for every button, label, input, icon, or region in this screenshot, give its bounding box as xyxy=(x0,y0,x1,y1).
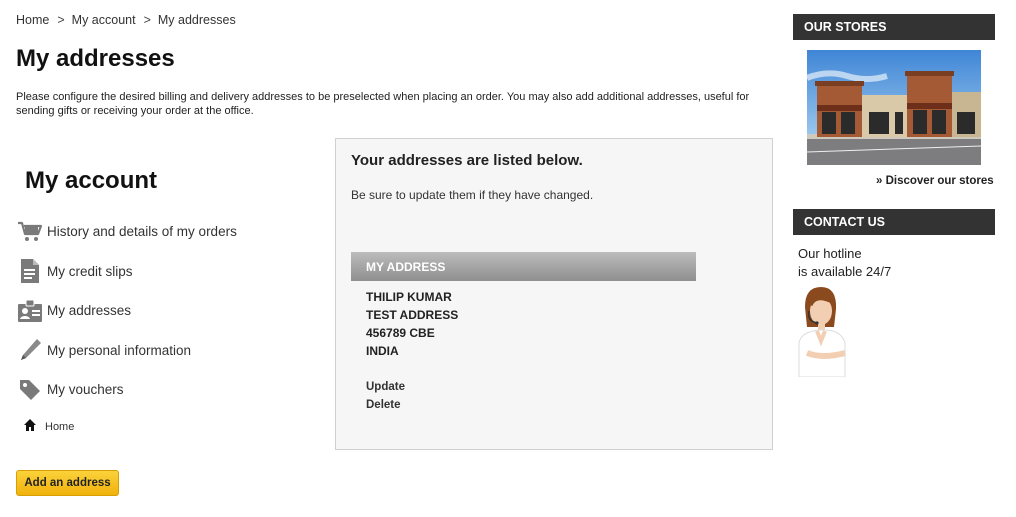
account-item-label: History and details of my orders xyxy=(47,224,237,240)
account-item-orders[interactable]: History and details of my orders xyxy=(17,212,237,252)
address-line: 456789 CBE xyxy=(366,326,435,340)
account-item-label: My credit slips xyxy=(47,263,133,279)
stores-heading: OUR STORES xyxy=(793,14,995,40)
breadcrumb-account-link[interactable]: My account xyxy=(72,13,136,27)
store-image[interactable] xyxy=(807,50,981,165)
account-menu: History and details of my orders My cred… xyxy=(17,212,237,410)
support-operator-image xyxy=(795,285,851,378)
address-heading: MY ADDRESS xyxy=(351,252,696,281)
document-icon xyxy=(17,258,43,284)
breadcrumb-separator: > xyxy=(57,13,65,27)
add-address-button[interactable]: Add an address xyxy=(16,470,119,496)
address-actions: Update Delete xyxy=(366,378,405,414)
addresses-panel-title: Your addresses are listed below. xyxy=(351,152,583,169)
tag-icon xyxy=(17,377,43,403)
hotline-text: Our hotline is available 24/7 xyxy=(798,245,891,281)
page-title: My addresses xyxy=(16,45,175,72)
home-link-label: Home xyxy=(45,421,75,433)
account-item-label: My personal information xyxy=(47,342,192,358)
account-title: My account xyxy=(25,167,158,194)
address-line: INDIA xyxy=(366,344,399,358)
home-link[interactable]: Home xyxy=(24,418,74,436)
breadcrumb-current: My addresses xyxy=(157,13,236,27)
hotline-line: is available 24/7 xyxy=(798,264,892,279)
addresses-panel-subtitle: Be sure to update them if they have chan… xyxy=(351,188,594,202)
address-line: THILIP KUMAR xyxy=(366,290,452,304)
account-item-addresses[interactable]: My addresses xyxy=(17,291,237,331)
home-icon xyxy=(24,418,36,436)
addresses-panel: Your addresses are listed below. Be sure… xyxy=(335,138,773,450)
account-item-personal-info[interactable]: My personal information xyxy=(17,331,237,371)
address-lines: THILIP KUMAR TEST ADDRESS 456789 CBE IND… xyxy=(366,288,458,360)
pencil-icon xyxy=(17,337,43,363)
delete-address-link[interactable]: Delete xyxy=(366,396,405,414)
breadcrumb: Home > My account > My addresses xyxy=(16,13,236,27)
account-item-label: My vouchers xyxy=(47,382,124,398)
contact-heading: CONTACT US xyxy=(793,209,995,235)
breadcrumb-home-link[interactable]: Home xyxy=(16,13,49,27)
breadcrumb-separator: > xyxy=(143,13,151,27)
address-card-icon xyxy=(17,298,43,324)
account-item-vouchers[interactable]: My vouchers xyxy=(17,370,237,410)
account-item-label: My addresses xyxy=(47,303,132,319)
cart-icon xyxy=(17,219,43,245)
hotline-line: Our hotline xyxy=(798,246,862,261)
account-item-credit-slips[interactable]: My credit slips xyxy=(17,252,237,292)
page-intro: Please configure the desired billing and… xyxy=(16,91,750,117)
address-line: TEST ADDRESS xyxy=(366,308,459,322)
update-address-link[interactable]: Update xyxy=(366,378,405,396)
discover-stores-link[interactable]: » Discover our stores xyxy=(876,175,994,187)
